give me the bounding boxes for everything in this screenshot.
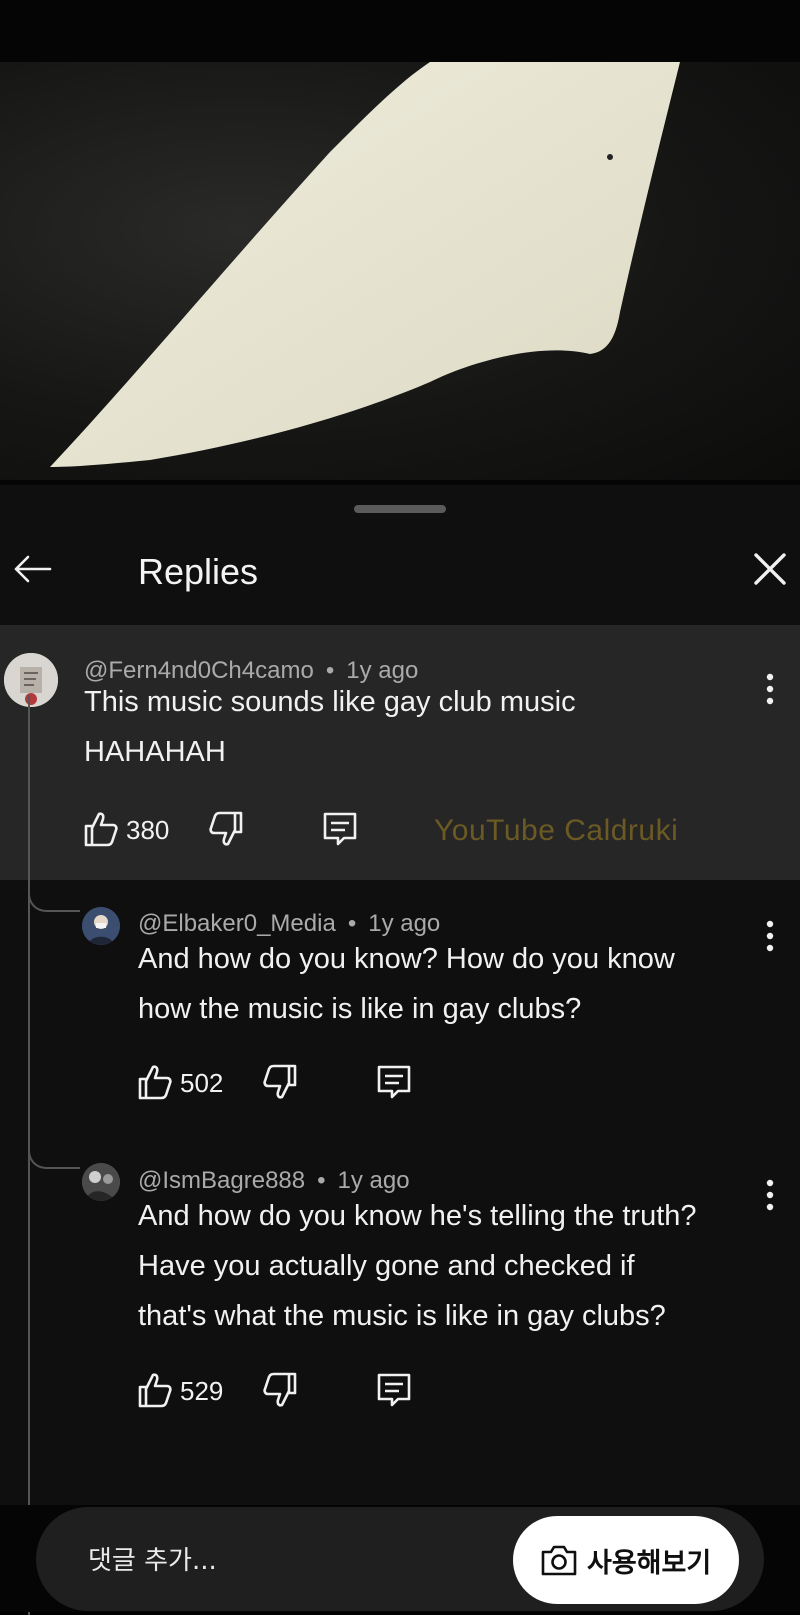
comment-author[interactable]: @IsmBagre888 xyxy=(138,1167,305,1194)
reply-icon[interactable] xyxy=(374,1370,414,1410)
reply-comment: @Elbaker0_Media • 1y ago And how do you kn… xyxy=(0,880,800,1135)
like-count: 502 xyxy=(180,1068,224,1098)
reply-comment: @IsmBagre888 • 1y ago And how do you know … xyxy=(0,1135,800,1435)
comment-author[interactable]: @Elbaker0_Media xyxy=(138,910,336,937)
comment-text: And how do you know? How do you know how… xyxy=(138,943,675,1025)
thumb-up-icon[interactable] xyxy=(136,1062,174,1102)
video-content-shape xyxy=(50,62,680,467)
reply-icon[interactable] xyxy=(320,809,360,849)
add-comment-input[interactable]: 댓글 추가... xyxy=(88,1540,217,1577)
avatar[interactable] xyxy=(82,907,120,945)
thread-connector xyxy=(28,884,80,912)
thumb-down-icon[interactable] xyxy=(261,1370,299,1410)
thumb-down-icon[interactable] xyxy=(207,809,245,849)
try-it-button[interactable]: 사용해보기 xyxy=(513,1516,739,1604)
page-title: Replies xyxy=(138,551,259,592)
thumb-up-icon[interactable] xyxy=(136,1370,174,1410)
close-icon[interactable] xyxy=(750,549,790,589)
video-frame xyxy=(0,62,800,480)
parent-comment: @Fern4nd0Ch4camo • 1y ago This music sound… xyxy=(0,625,800,880)
try-it-label: 사용해보기 xyxy=(587,1548,712,1579)
drag-handle[interactable] xyxy=(354,505,446,513)
more-vert-icon[interactable] xyxy=(760,1175,780,1215)
comment-time[interactable]: 1y ago xyxy=(338,1167,410,1194)
comment-actions: 502 xyxy=(136,1062,456,1110)
comment-text: This music sounds like gay club music HA… xyxy=(84,686,576,768)
comment-footer: 댓글 추가... 사용해보기 xyxy=(0,1505,800,1612)
avatar[interactable] xyxy=(4,653,58,707)
more-vert-icon[interactable] xyxy=(760,669,780,709)
watermark: YouTube Caldruki xyxy=(434,814,679,847)
like-count: 529 xyxy=(180,1376,224,1406)
replies-panel: Replies @Fern4nd0Ch4camo • 1y ago This mus… xyxy=(0,485,800,1615)
comment-text: And how do you know he's telling the tru… xyxy=(138,1200,697,1332)
add-comment-bar[interactable]: 댓글 추가... 사용해보기 xyxy=(36,1507,764,1611)
comment-actions: 380 xyxy=(82,809,402,857)
video-player[interactable] xyxy=(0,0,800,485)
thumb-down-icon[interactable] xyxy=(261,1062,299,1102)
comment-time[interactable]: 1y ago xyxy=(368,910,440,937)
more-vert-icon[interactable] xyxy=(760,916,780,956)
reply-icon[interactable] xyxy=(374,1062,414,1102)
separator-dot: • xyxy=(347,910,357,937)
thumb-up-icon[interactable] xyxy=(82,809,120,849)
comment-actions: 529 xyxy=(136,1370,456,1418)
thread-connector xyxy=(28,1141,80,1169)
avatar[interactable] xyxy=(82,1163,120,1201)
like-count: 380 xyxy=(126,815,170,845)
replies-header: Replies xyxy=(0,525,800,615)
camera-icon xyxy=(541,1545,577,1576)
back-arrow-icon[interactable] xyxy=(10,547,54,591)
separator-dot: • xyxy=(317,1167,326,1194)
